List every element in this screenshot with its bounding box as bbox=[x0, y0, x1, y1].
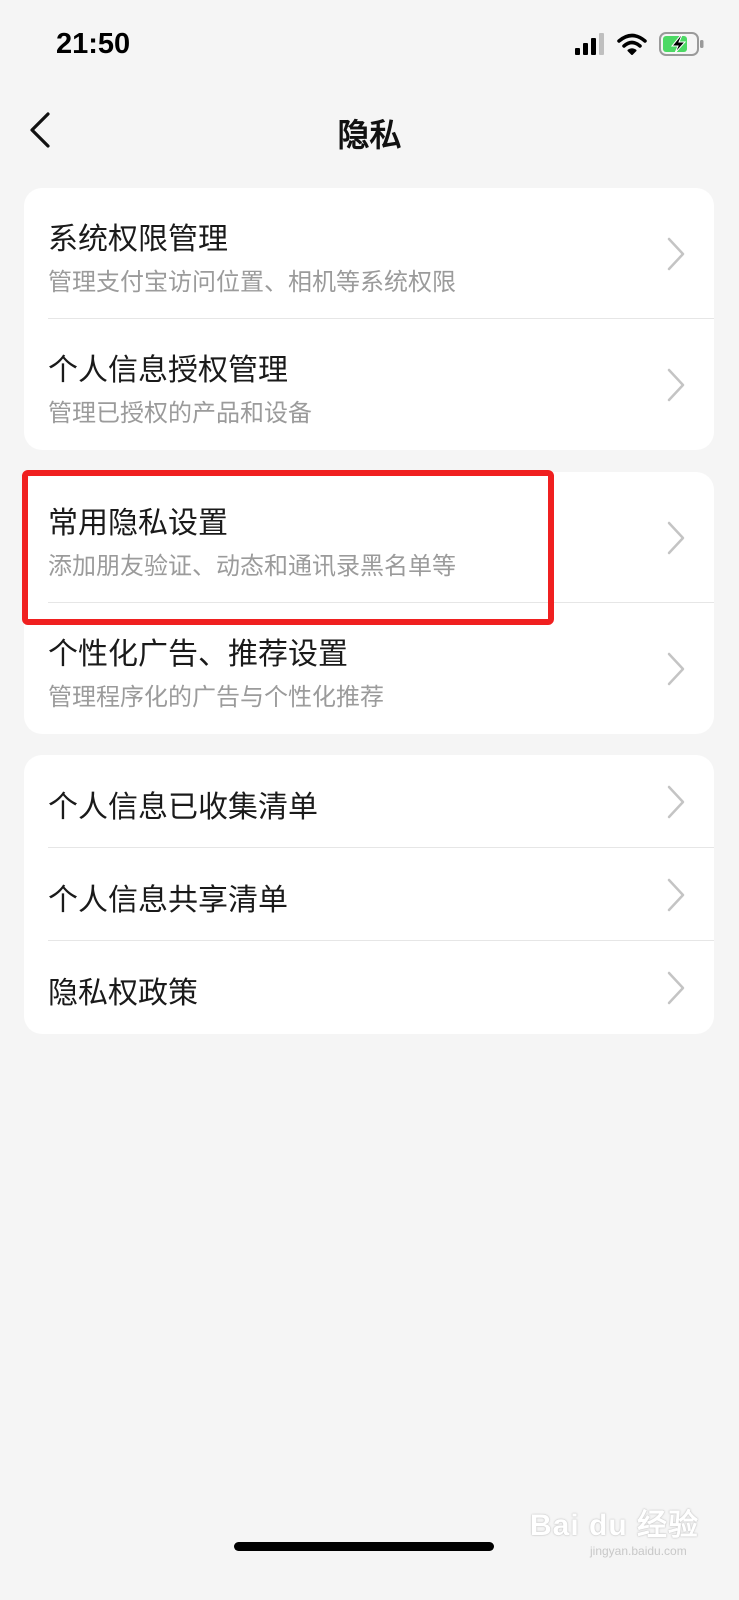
item-title: 常用隐私设置 bbox=[48, 506, 228, 541]
item-subtitle: 管理程序化的广告与个性化推荐 bbox=[48, 683, 384, 711]
settings-card-info-lists: 个人信息已收集清单 个人信息共享清单 隐私权政策 bbox=[24, 755, 714, 1034]
home-indicator[interactable] bbox=[234, 1542, 494, 1551]
watermark-url: jingyan.baidu.com bbox=[589, 1544, 687, 1558]
chevron-right-icon bbox=[667, 878, 685, 912]
list-item-system-permissions[interactable]: 系统权限管理 管理支付宝访问位置、相机等系统权限 bbox=[24, 188, 714, 319]
item-title: 个人信息授权管理 bbox=[48, 353, 288, 388]
list-item-personal-info-authorization[interactable]: 个人信息授权管理 管理已授权的产品和设备 bbox=[24, 319, 714, 450]
watermark: Bai du 经验 jingyan.baidu.com bbox=[530, 1500, 699, 1558]
list-item-collected-info-list[interactable]: 个人信息已收集清单 bbox=[24, 755, 714, 848]
battery-charging-icon bbox=[659, 32, 704, 56]
item-title: 隐私权政策 bbox=[48, 976, 198, 1011]
status-bar: 21:50 bbox=[0, 0, 739, 90]
nav-bar: 隐私 bbox=[0, 90, 739, 172]
item-title: 系统权限管理 bbox=[48, 222, 228, 257]
item-title: 个性化广告、推荐设置 bbox=[48, 637, 348, 672]
page-title: 隐私 bbox=[337, 116, 402, 154]
chevron-right-icon bbox=[667, 785, 685, 819]
settings-card-permissions: 系统权限管理 管理支付宝访问位置、相机等系统权限 个人信息授权管理 管理已授权的… bbox=[24, 188, 714, 450]
wifi-icon bbox=[617, 33, 647, 55]
item-subtitle: 管理支付宝访问位置、相机等系统权限 bbox=[48, 268, 456, 296]
signal-icon bbox=[575, 33, 604, 55]
chevron-right-icon bbox=[667, 368, 685, 402]
status-icons bbox=[575, 32, 705, 56]
chevron-right-icon bbox=[667, 237, 685, 271]
chevron-right-icon bbox=[667, 971, 685, 1005]
item-subtitle: 管理已授权的产品和设备 bbox=[48, 399, 312, 427]
list-item-privacy-policy[interactable]: 隐私权政策 bbox=[24, 941, 714, 1034]
list-item-common-privacy-settings[interactable]: 常用隐私设置 添加朋友验证、动态和通讯录黑名单等 bbox=[24, 472, 714, 603]
list-item-shared-info-list[interactable]: 个人信息共享清单 bbox=[24, 848, 714, 941]
item-title: 个人信息共享清单 bbox=[48, 883, 288, 918]
item-subtitle: 添加朋友验证、动态和通讯录黑名单等 bbox=[48, 552, 456, 580]
chevron-right-icon bbox=[667, 521, 685, 555]
list-item-personalized-ads[interactable]: 个性化广告、推荐设置 管理程序化的广告与个性化推荐 bbox=[24, 603, 714, 734]
settings-card-privacy: 常用隐私设置 添加朋友验证、动态和通讯录黑名单等 个性化广告、推荐设置 管理程序… bbox=[24, 472, 714, 734]
item-title: 个人信息已收集清单 bbox=[48, 790, 318, 825]
status-time: 21:50 bbox=[56, 28, 131, 60]
watermark-logo: Bai du 经验 bbox=[529, 1509, 699, 1542]
chevron-right-icon bbox=[667, 652, 685, 686]
